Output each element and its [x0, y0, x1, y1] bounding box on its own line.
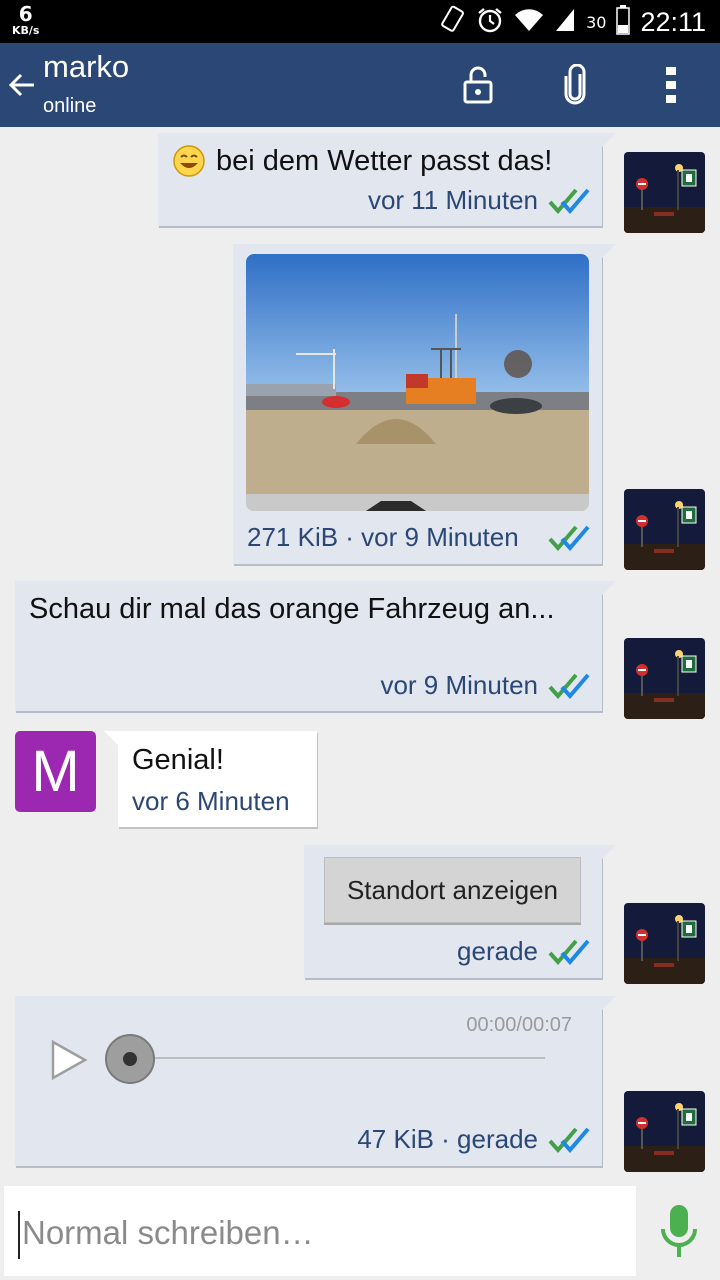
message-input-placeholder: Normal schreiben…	[22, 1214, 314, 1251]
message-size-time: 47 KiB · gerade	[357, 1124, 538, 1154]
message-time: vor 9 Minuten	[380, 670, 538, 700]
message-time: vor 11 Minuten	[367, 185, 538, 215]
message-size-time: 271 KiB · vor 9 Minuten	[247, 522, 519, 552]
message-meta: vor 6 Minuten	[132, 786, 290, 817]
microphone-icon	[661, 1205, 697, 1257]
status-bar: 6 KB/s 30 22:11	[0, 0, 720, 43]
own-avatar[interactable]	[624, 152, 705, 233]
unlock-icon	[463, 66, 493, 104]
message-outgoing-location[interactable]: Standort anzeigen gerade	[304, 845, 616, 978]
overflow-menu-button[interactable]	[647, 61, 695, 109]
read-receipt-icon	[548, 673, 590, 699]
battery-icon	[616, 5, 631, 39]
text-cursor	[18, 1211, 20, 1259]
speed-unit: KB/s	[12, 24, 40, 37]
audio-duration: 00:00/00:07	[466, 1014, 572, 1036]
own-avatar[interactable]	[624, 638, 705, 719]
compose-bar: Normal schreiben…	[0, 1183, 720, 1280]
attach-button[interactable]	[551, 61, 599, 109]
message-meta: gerade	[457, 936, 590, 967]
message-text: Schau dir mal das orange Fahrzeug an...	[29, 593, 555, 625]
read-receipt-icon	[548, 188, 590, 214]
show-location-button[interactable]: Standort anzeigen	[324, 857, 581, 923]
alarm-icon	[476, 6, 504, 38]
battery-level: 30	[586, 12, 607, 32]
message-meta: vor 11 Minuten	[368, 185, 590, 216]
read-receipt-icon	[548, 939, 590, 965]
message-meta: 47 KiB · gerade	[357, 1124, 590, 1155]
message-text: Genial!	[132, 744, 224, 776]
message-meta: 271 KiB · vor 9 Minuten	[247, 522, 590, 553]
message-text: bei dem Wetter passt das!	[216, 145, 553, 177]
seekbar-thumb[interactable]	[105, 1034, 155, 1084]
app-bar: marko online	[0, 43, 720, 127]
message-outgoing-audio[interactable]: 00:00/00:07 47 KiB · gerade	[15, 996, 616, 1166]
message-outgoing[interactable]: Schau dir mal das orange Fahrzeug an... …	[15, 581, 616, 711]
image-attachment[interactable]	[246, 254, 589, 511]
paperclip-icon	[564, 64, 586, 105]
message-time: gerade	[457, 936, 538, 966]
photo-image	[246, 254, 589, 511]
play-icon	[51, 1039, 88, 1081]
own-avatar[interactable]	[624, 1091, 705, 1172]
message-input[interactable]: Normal schreiben…	[4, 1186, 636, 1276]
message-outgoing-image[interactable]: 271 KiB · vor 9 Minuten	[233, 244, 616, 564]
audio-seekbar[interactable]	[127, 1057, 545, 1059]
read-receipt-icon	[548, 1127, 590, 1153]
message-incoming[interactable]: Genial! vor 6 Minuten	[104, 731, 317, 827]
encryption-button[interactable]	[454, 61, 502, 109]
read-receipt-icon	[548, 525, 590, 551]
arrow-back-icon	[8, 73, 34, 97]
clock: 22:11	[640, 6, 706, 37]
contact-name[interactable]: marko	[43, 49, 129, 85]
message-meta: vor 9 Minuten	[380, 670, 590, 701]
own-avatar[interactable]	[624, 489, 705, 570]
more-vert-icon	[666, 67, 676, 103]
voice-record-button[interactable]	[652, 1201, 706, 1261]
speed-value: 6	[18, 2, 33, 26]
laughing-emoji-icon	[173, 145, 205, 177]
message-outgoing[interactable]: bei dem Wetter passt das! vor 11 Minuten	[158, 133, 616, 226]
own-avatar[interactable]	[624, 903, 705, 984]
network-speed: 6 KB/s	[12, 4, 39, 36]
message-time: vor 6 Minuten	[132, 786, 290, 816]
back-button[interactable]	[4, 63, 40, 107]
rotate-icon	[440, 5, 466, 39]
wifi-icon	[514, 7, 544, 37]
play-button[interactable]	[49, 1038, 89, 1082]
signal-icon	[554, 7, 576, 37]
contact-avatar[interactable]: M	[15, 731, 96, 812]
contact-status: online	[43, 95, 97, 117]
